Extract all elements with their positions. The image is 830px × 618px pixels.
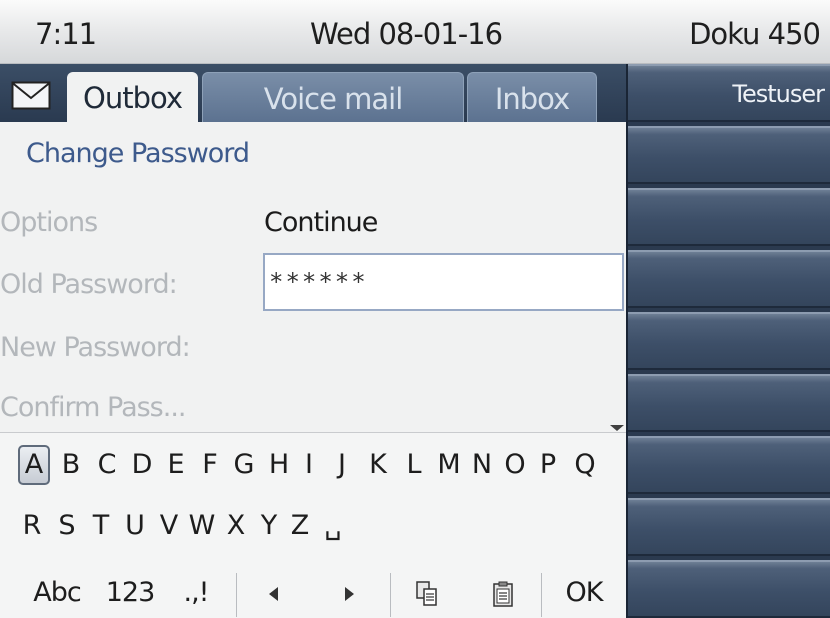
separator — [390, 573, 391, 617]
continue-option[interactable]: Continue — [264, 207, 378, 238]
key-i[interactable]: I — [300, 445, 318, 485]
envelope-icon[interactable] — [11, 81, 51, 111]
keyboard-function-bar: Abc 123 .,! OK — [0, 573, 626, 618]
old-password-label: Old Password: — [0, 269, 178, 300]
paste-icon — [493, 581, 513, 607]
tab-inbox[interactable]: Inbox — [467, 72, 597, 122]
key-k[interactable]: K — [364, 445, 392, 485]
function-key-3[interactable] — [628, 188, 830, 246]
paste-button[interactable] — [486, 573, 520, 618]
key-o[interactable]: O — [500, 445, 530, 485]
key-n[interactable]: N — [467, 445, 497, 485]
clock: 7:11 — [35, 17, 97, 51]
function-key-5[interactable] — [628, 312, 830, 370]
function-key-8[interactable] — [628, 498, 830, 556]
page-title: Change Password — [26, 138, 250, 169]
tab-strip: Outbox Voice mail Inbox — [0, 64, 626, 122]
function-key-7[interactable] — [628, 436, 830, 494]
function-key-6[interactable] — [628, 374, 830, 432]
key-b[interactable]: B — [58, 445, 84, 485]
key-v[interactable]: V — [155, 506, 183, 546]
key-r[interactable]: R — [18, 506, 46, 546]
key-s[interactable]: S — [53, 506, 81, 546]
separator — [541, 573, 542, 617]
key-u[interactable]: U — [121, 506, 149, 546]
key-x[interactable]: X — [222, 506, 250, 546]
key-g[interactable]: G — [230, 445, 258, 485]
key-q[interactable]: Q — [570, 445, 600, 485]
cursor-right-icon — [344, 587, 354, 601]
key-h[interactable]: H — [265, 445, 293, 485]
key-f[interactable]: F — [197, 445, 223, 485]
user-label: Testuser — [732, 80, 825, 108]
cursor-left-button[interactable] — [258, 573, 288, 618]
on-screen-keyboard: A B C D E F G H I J K L M N O P Q R S T … — [0, 432, 626, 618]
function-key-9[interactable] — [628, 560, 830, 618]
function-key-user[interactable]: Testuser — [628, 64, 830, 122]
key-c[interactable]: C — [94, 445, 120, 485]
options-label: Options — [0, 207, 98, 238]
old-password-field[interactable]: ****** — [263, 253, 624, 311]
numeric-mode-button[interactable]: 123 — [98, 573, 162, 618]
ok-button[interactable]: OK — [556, 573, 612, 618]
tab-voice-mail[interactable]: Voice mail — [202, 72, 464, 122]
key-t[interactable]: T — [88, 506, 114, 546]
key-p[interactable]: P — [534, 445, 562, 485]
device-name: Doku 450 — [689, 17, 821, 51]
copy-button[interactable] — [410, 573, 444, 618]
key-e[interactable]: E — [163, 445, 189, 485]
key-space[interactable]: ␣ — [318, 506, 348, 546]
cursor-left-icon — [268, 587, 278, 601]
key-z[interactable]: Z — [286, 506, 314, 546]
tab-outbox[interactable]: Outbox — [67, 72, 198, 122]
separator — [236, 573, 237, 617]
punctuation-mode-button[interactable]: .,! — [176, 573, 216, 618]
function-key-2[interactable] — [628, 126, 830, 184]
key-l[interactable]: L — [401, 445, 427, 485]
key-y[interactable]: Y — [255, 506, 283, 546]
status-bar: 7:11 Wed 08-01-16 Doku 450 — [0, 0, 830, 64]
change-password-form: Change Password Options Continue Old Pas… — [0, 122, 626, 432]
date: Wed 08-01-16 — [310, 17, 503, 51]
key-j[interactable]: J — [330, 445, 354, 485]
new-password-label[interactable]: New Password: — [0, 332, 191, 363]
function-key-4[interactable] — [628, 250, 830, 308]
key-a[interactable]: A — [18, 445, 50, 485]
key-m[interactable]: M — [432, 445, 466, 485]
abc-mode-button[interactable]: Abc — [24, 573, 90, 618]
scroll-down-indicator — [610, 425, 624, 431]
confirm-password-label[interactable]: Confirm Pass... — [0, 392, 186, 423]
copy-icon — [416, 581, 437, 606]
cursor-right-button[interactable] — [334, 573, 364, 618]
function-key-panel: Testuser — [626, 64, 830, 618]
key-w[interactable]: W — [184, 506, 220, 546]
key-d[interactable]: D — [129, 445, 155, 485]
